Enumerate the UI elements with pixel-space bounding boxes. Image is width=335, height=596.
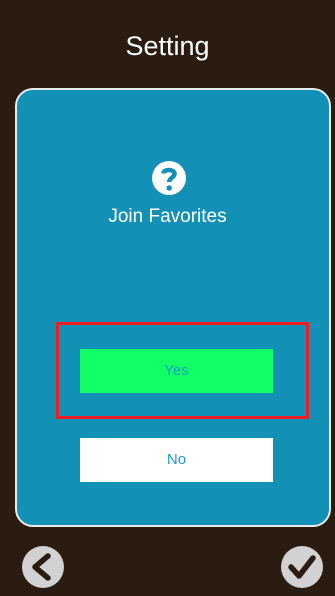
page-title: Setting	[125, 31, 210, 61]
back-chevron-icon[interactable]	[21, 545, 65, 589]
yes-button[interactable]: Yes	[80, 349, 273, 393]
dialog-prompt: Join Favorites	[108, 206, 227, 227]
check-icon[interactable]	[280, 545, 324, 589]
title-bar: Setting	[0, 0, 335, 88]
no-button[interactable]: No	[80, 438, 273, 482]
question-circle-icon	[152, 161, 186, 195]
